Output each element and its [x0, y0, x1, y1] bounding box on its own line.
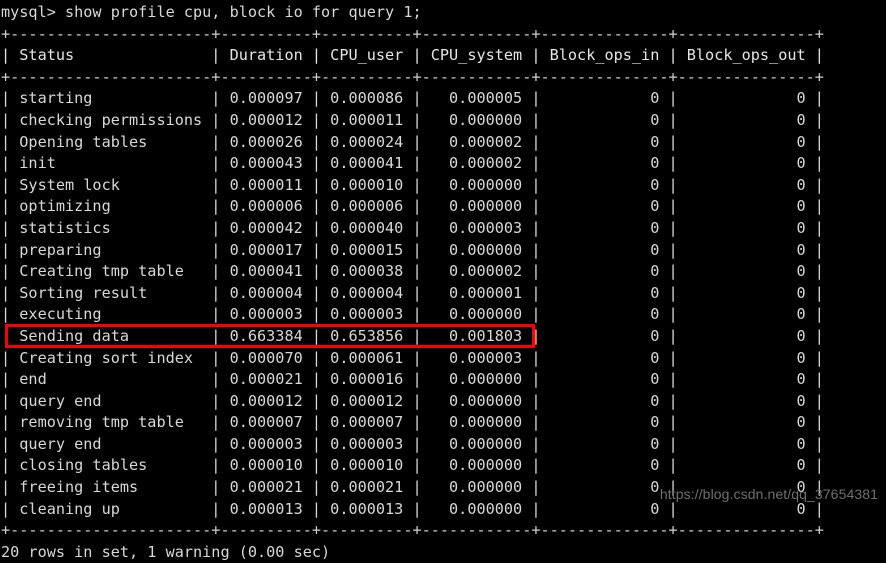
- mysql-prompt-command: mysql> show profile cpu, block io for qu…: [1, 3, 422, 21]
- table-body: | starting | 0.000097 | 0.000086 | 0.000…: [0, 88, 886, 520]
- table-row: | statistics | 0.000042 | 0.000040 | 0.0…: [1, 218, 824, 237]
- table-header-row: | Status | Duration | CPU_user | CPU_sys…: [1, 46, 824, 65]
- table-row: | query end | 0.000003 | 0.000003 | 0.00…: [1, 434, 824, 453]
- table-row: | Opening tables | 0.000026 | 0.000024 |…: [1, 132, 824, 151]
- table-separator-header: +----------------------+----------+-----…: [1, 67, 824, 86]
- table-row: | init | 0.000043 | 0.000041 | 0.000002 …: [1, 154, 824, 173]
- table-row: | Sending data | 0.663384 | 0.653856 | 0…: [1, 326, 824, 345]
- terminal-window[interactable]: mysql> show profile cpu, block io for qu…: [0, 0, 886, 561]
- table-row: | System lock | 0.000011 | 0.000010 | 0.…: [1, 175, 824, 194]
- table-row: | closing tables | 0.000010 | 0.000010 |…: [1, 456, 824, 475]
- table-row: | end | 0.000021 | 0.000016 | 0.000000 |…: [1, 370, 824, 389]
- table-row: | query end | 0.000012 | 0.000012 | 0.00…: [1, 391, 824, 410]
- table-row: | Sorting result | 0.000004 | 0.000004 |…: [1, 283, 824, 302]
- table-separator-top: +----------------------+----------+-----…: [1, 24, 824, 43]
- table-row: | starting | 0.000097 | 0.000086 | 0.000…: [1, 89, 824, 108]
- table-row: | removing tmp table | 0.000007 | 0.0000…: [1, 413, 824, 432]
- table-row: | optimizing | 0.000006 | 0.000006 | 0.0…: [1, 197, 824, 216]
- table-row: | Creating sort index | 0.000070 | 0.000…: [1, 348, 824, 367]
- table-row: | preparing | 0.000017 | 0.000015 | 0.00…: [1, 240, 824, 259]
- table-row: | checking permissions | 0.000012 | 0.00…: [1, 110, 824, 129]
- watermark-text: https://blog.csdn.net/qq_37654381: [659, 486, 878, 502]
- result-summary: 20 rows in set, 1 warning (0.00 sec): [1, 542, 331, 561]
- table-separator-bottom: +----------------------+----------+-----…: [1, 521, 824, 540]
- table-row: | Creating tmp table | 0.000041 | 0.0000…: [1, 262, 824, 281]
- table-row: | executing | 0.000003 | 0.000003 | 0.00…: [1, 305, 824, 324]
